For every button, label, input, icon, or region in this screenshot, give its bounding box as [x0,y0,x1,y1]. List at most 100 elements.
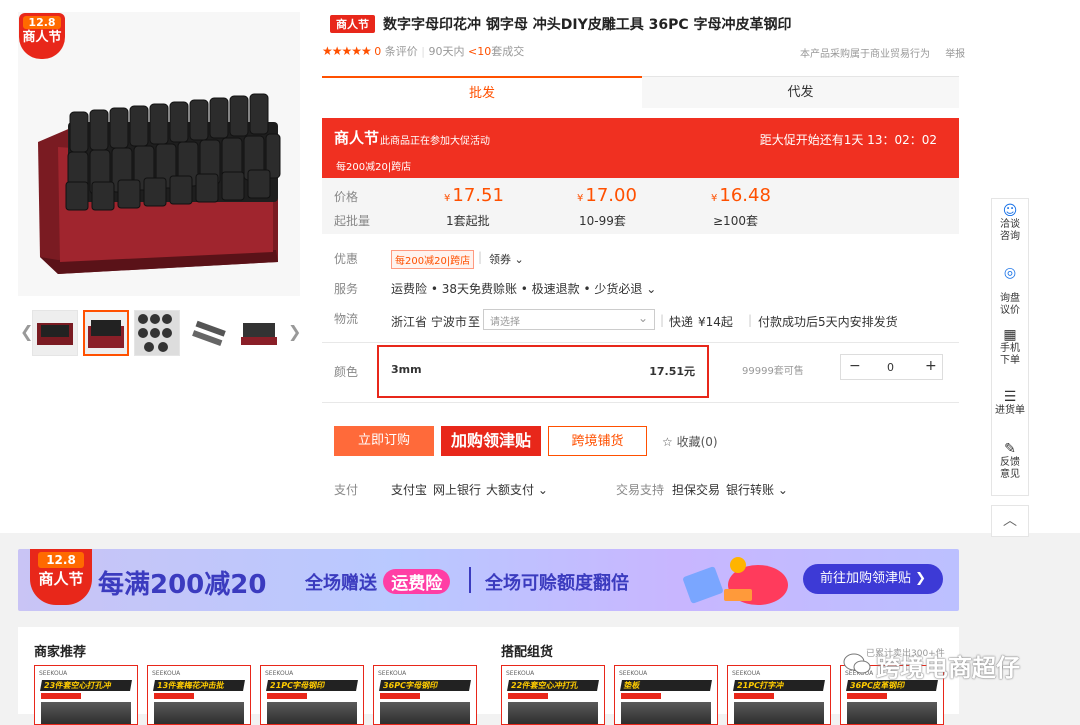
banner-main-text: 每满200减20 [98,570,267,600]
recommend-section: 商家推荐 搭配组货 已累计卖出300+件 SEEKOUA 23件套空心打孔冲 SE… [18,627,959,725]
trade-label: 交易支持 [616,483,665,497]
price-tier-3: ¥16.48 [711,185,771,206]
thumbnail-2[interactable] [83,310,129,356]
thumbnail-5[interactable] [236,310,282,356]
badge-date: 12.8 [23,16,61,29]
favorite-button[interactable]: ☆ 收藏(0) [662,433,718,450]
destination-select[interactable]: 请选择 ⌄ [483,309,655,330]
target-icon: ◎ [1003,265,1017,281]
tab-dropship[interactable]: 代发 [642,76,959,108]
promo-subtitle: 此商品正在参加大促活动 [380,136,490,147]
color-option-3mm[interactable]: 3mm 17.51元 [377,345,709,398]
quantity-stepper: − 0 + [840,354,943,380]
plus-button[interactable]: + [925,358,937,374]
payment-alipay: 支付宝 [391,483,428,497]
rating-stars-icon: ★★★★★ [322,44,372,58]
product-stats: ★★★★★ 0 条评价 | 90天内 <10套成交 [322,44,525,58]
logistics-label: 物流 [334,312,359,326]
price-table: 价格 起批量 ¥17.51 1套起批 ¥17.00 10-99套 ¥16.48 … [322,178,959,234]
payment-label: 支付 [334,483,359,497]
color-label: 颜色 [334,365,359,379]
coupon-link[interactable]: 领券 ⌄ [489,251,524,267]
chat-icon: ☺ [1002,203,1018,219]
sales-period: 90天内 [428,45,465,58]
festival-tag: 商人节 [330,15,375,33]
banner-badge: 12.8 商人节 [30,549,92,605]
promo-coupon: 每200减20|跨店 [336,162,412,173]
product-card[interactable]: SEEKOUA 21PC打字冲 [727,665,831,725]
banner-right-text: 全场可赊额度翻倍 [485,573,629,594]
thumbnail-4[interactable] [185,310,231,356]
trade-escrow: 担保交易 [672,483,721,497]
gift-illustration-icon [683,557,788,605]
price-tier-1: ¥17.51 [444,185,504,206]
trade-note-row: 本产品采购属于商业贸易行为 举报 [800,45,965,60]
ship-note: 付款成功后5天内安排发货 [758,315,898,329]
price-tier-2: ¥17.00 [577,185,637,206]
trade-transfer[interactable]: 银行转账 ⌄ [726,481,788,498]
express-label: 快递 [669,315,694,329]
sidebar-item-inquiry[interactable]: ◎ 询盘 议价 [992,265,1028,317]
stock-count: 99999套可售 [742,366,804,377]
chevron-down-icon: ⌄ [777,483,788,497]
sales-count: <10 [468,45,492,58]
payment-large[interactable]: 大额支付 ⌄ [486,481,548,498]
option-price: 17.51元 [649,365,695,378]
quantity-input[interactable]: 0 [887,361,894,374]
qty-tier-3: ≥100套 [713,214,758,228]
service-label: 服务 [334,282,359,296]
divider [322,342,959,343]
promo-bar: 商人节 此商品正在参加大促活动 距大促开始还有1天 13：02：02 每200减… [322,118,959,178]
tab-wholesale[interactable]: 批发 [322,76,642,108]
edit-icon: ✎ [1004,441,1016,457]
banner-mid-text: 全场赠送 运费险 [305,569,451,595]
service-text[interactable]: 运费险 • 38天免费赊账 • 极速退款 • 少货必退 ⌄ [391,280,656,297]
watermark-text: 跨境电商超仔 [876,654,1020,682]
chevron-down-icon: ⌄ [537,483,548,497]
add-cart-button[interactable]: 加购领津贴 [441,426,541,456]
sidebar-item-feedback[interactable]: ✎ 反馈 意见 [992,441,1028,481]
thumbnail-1[interactable] [32,310,78,356]
product-card[interactable]: SEEKOUA 22件套空心冲打孔 [501,665,605,725]
product-card[interactable]: SEEKOUA 21PC字母钢印 [260,665,364,725]
review-count[interactable]: 0 [374,45,381,58]
moq-label: 起批量 [334,214,371,228]
merchant-recommend-title: 商家推荐 [34,645,87,660]
back-to-top-button[interactable]: ︿ [991,505,1029,537]
logistics-origin: 浙江省 宁波市 [391,315,467,329]
chevron-down-icon: ⌄ [646,282,657,296]
divider: | [748,313,753,327]
wechat-icon [843,653,871,674]
cross-border-button[interactable]: 跨境铺货 [548,426,647,456]
festival-badge: 12.8 商人节 [19,13,65,59]
product-card[interactable]: SEEKOUA 13件套梅花冲击批 [147,665,251,725]
main-product-image[interactable] [18,12,300,296]
sidebar-item-cart[interactable]: ☰ 进货单 [992,390,1028,417]
payment-ebank: 网上银行 [433,483,482,497]
thumbnail-3[interactable] [134,310,180,356]
minus-button[interactable]: − [849,358,861,374]
qrcode-icon: ▦ [1003,327,1017,343]
chevron-down-icon: ⌄ [514,253,524,266]
product-card[interactable]: SEEKOUA 23件套空心打孔冲 [34,665,138,725]
next-arrow-icon[interactable]: ❯ [288,322,301,341]
review-label[interactable]: 条评价 [385,45,418,58]
product-card[interactable]: SEEKOUA 垫板 [614,665,718,725]
sidebar-item-chat[interactable]: ☺ 洽谈 咨询 [992,203,1028,243]
divider: | [478,250,483,264]
order-now-button[interactable]: 立即订购 [334,426,434,456]
discount-tag: 每200减20|跨店 [391,250,475,269]
qty-tier-1: 1套起批 [446,214,490,228]
promo-banner[interactable]: 12.8 商人节 每满200减20 全场赠送 运费险 全场可赊额度翻倍 前往加购… [18,549,959,611]
bundle-title: 搭配组货 [501,645,554,660]
promo-countdown: 距大促开始还有1天 13：02：02 [759,133,937,147]
badge-text: 商人节 [22,30,62,45]
product-card[interactable]: SEEKOUA 36PC字母钢印 [373,665,477,725]
price-label: 价格 [334,190,359,204]
chevron-down-icon: ⌄ [637,311,648,325]
divider [469,567,471,593]
sidebar-item-mobile[interactable]: ▦ 手机 下单 [992,327,1028,367]
report-link[interactable]: 举报 [945,49,965,60]
product-title: 商人节 数字字母印花冲 钢字母 冲头DIY皮雕工具 36PC 字母冲皮革钢印 [330,14,791,34]
banner-cta-button[interactable]: 前往加购领津贴 ❯ [803,564,943,594]
